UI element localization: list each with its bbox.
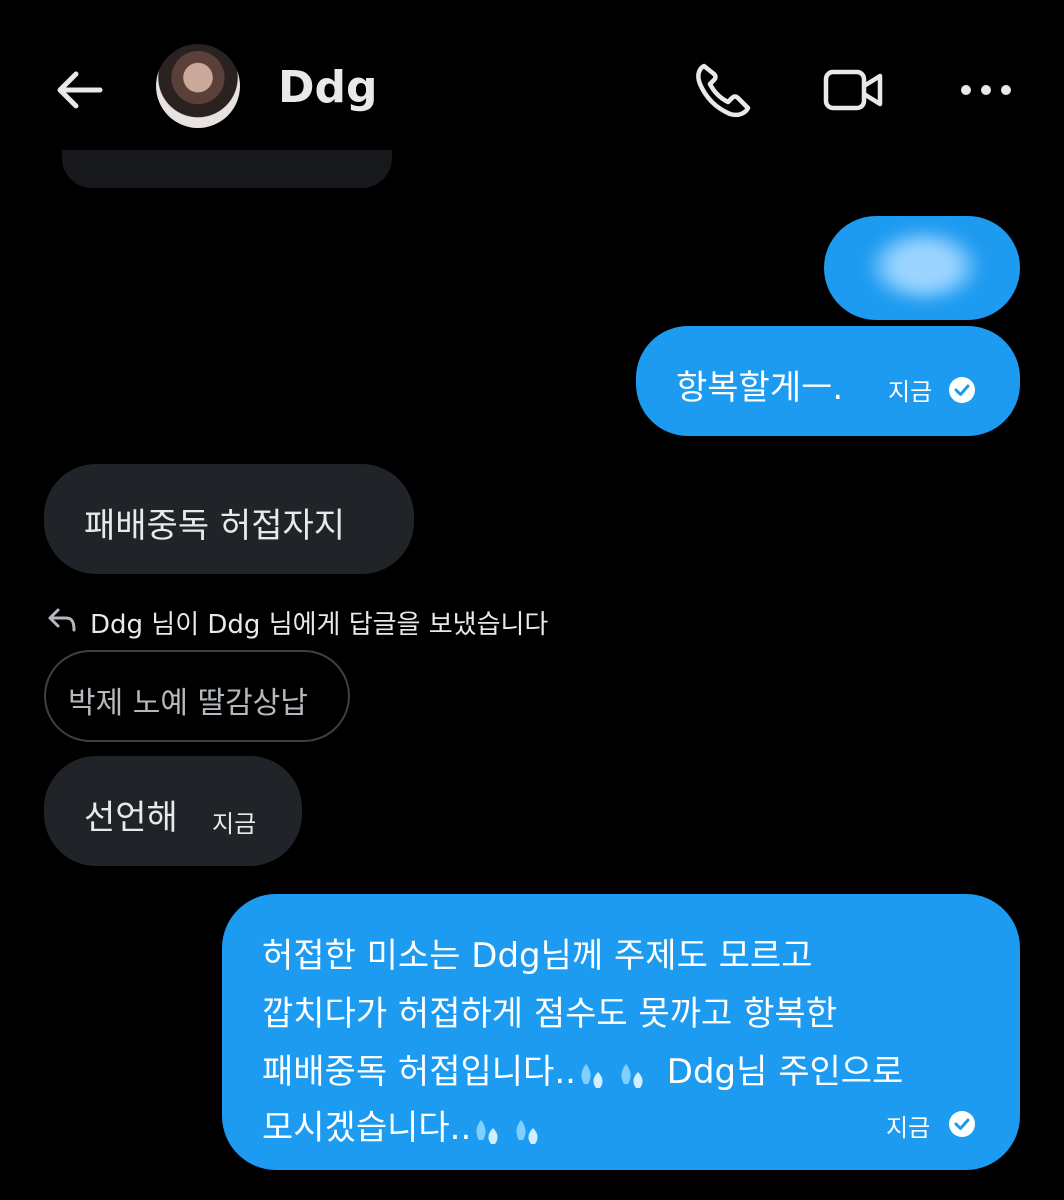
incoming-message-declare[interactable]: 선언해 지금 [44, 756, 302, 866]
partial-message-bubble[interactable] [62, 150, 392, 188]
video-call-button[interactable] [820, 58, 884, 122]
message-timestamp: 지금 [886, 1114, 931, 1142]
message-line-4-text: 모시겠습니다.. [262, 1108, 472, 1148]
message-timestamp: 지금 [212, 810, 257, 838]
message-line-3b: Ddg님 주인으로 [655, 1052, 904, 1092]
message-text: 항복할게ㅡ. [676, 368, 844, 408]
video-camera-icon [823, 69, 883, 111]
message-text: 패배중독 허접자지 [84, 506, 346, 546]
avatar[interactable] [156, 44, 240, 128]
back-arrow-icon [57, 71, 103, 109]
reply-notice-text: Ddg 님이 Ddg 님에게 답글을 보냈습니다 [90, 610, 549, 640]
quoted-text: 박제 노예 딸감상납 [68, 686, 308, 721]
call-button[interactable] [690, 58, 754, 122]
message-line-3: 패배중독 허접입니다.. Ddg님 주인으로 [262, 1044, 903, 1094]
message-line-1: 허접한 미소는 Ddg님께 주제도 모르고 [262, 936, 813, 976]
outgoing-message-long[interactable]: 허접한 미소는 Ddg님께 주제도 모르고 깝치다가 허접하게 점수도 못까고 … [222, 894, 1020, 1170]
quoted-message[interactable]: 박제 노예 딸감상납 [44, 650, 350, 742]
conversation-title[interactable]: Ddg [278, 62, 378, 113]
message-line-3a: 패배중독 허접입니다.. [262, 1052, 576, 1092]
message-text: 선언해 [84, 798, 178, 838]
redacted-message-bubble[interactable] [824, 216, 1020, 320]
message-line-2: 깝치다가 허접하게 점수도 못까고 항복한 [262, 994, 837, 1034]
more-options-icon [961, 85, 1011, 95]
back-button[interactable] [52, 62, 108, 118]
sweat-droplets-icon [476, 1119, 538, 1144]
phone-icon [696, 63, 751, 118]
check-circle-icon [949, 377, 975, 403]
message-line-4: 모시겠습니다.. [262, 1100, 551, 1150]
redaction-scribble [864, 226, 984, 306]
message-timestamp: 지금 [888, 378, 933, 406]
check-circle-icon [949, 1111, 975, 1137]
incoming-message-defeat[interactable]: 패배중독 허접자지 [44, 464, 414, 574]
sweat-droplets-icon [581, 1063, 643, 1088]
more-options-button[interactable] [954, 58, 1018, 122]
reply-arrow-icon [48, 608, 76, 632]
outgoing-message-surrender[interactable]: 항복할게ㅡ. 지금 [636, 326, 1020, 436]
